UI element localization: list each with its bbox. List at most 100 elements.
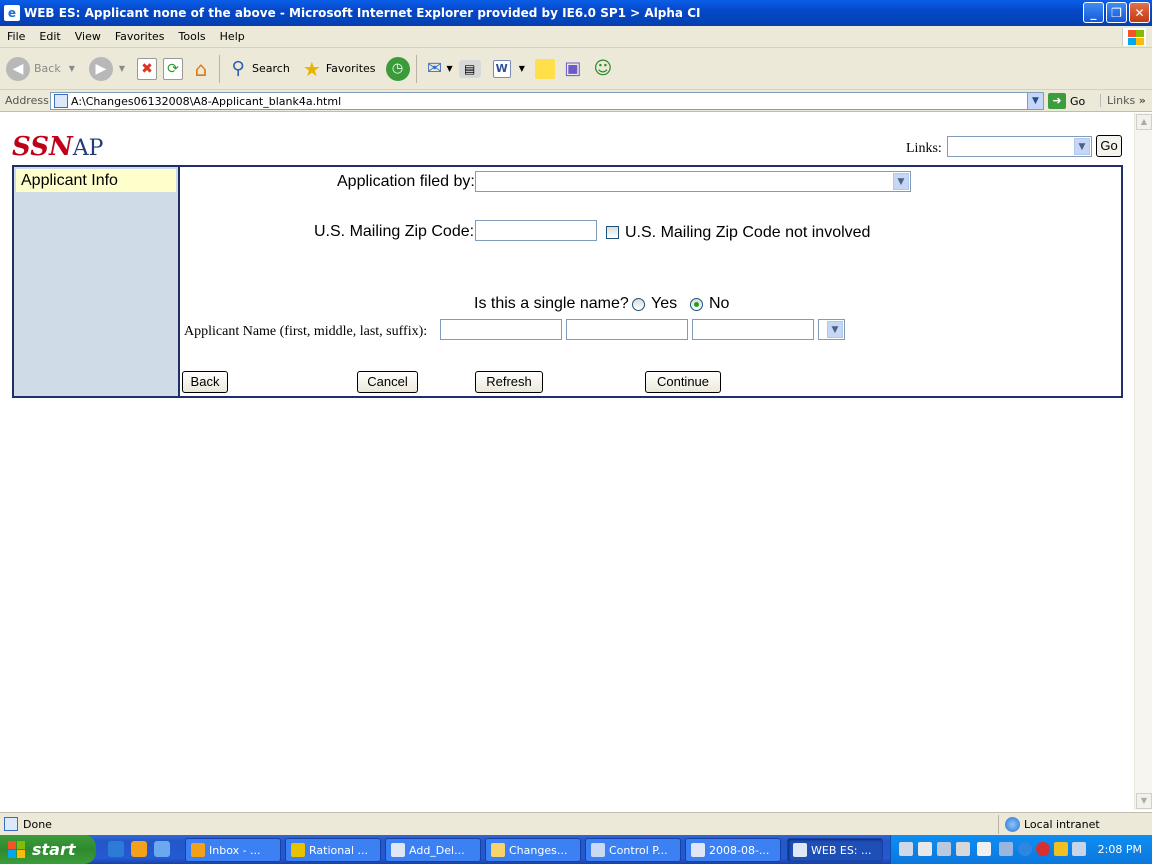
star-icon: ★ bbox=[302, 56, 321, 81]
sidebar: Applicant Info bbox=[14, 167, 180, 396]
single-name-no-label: No bbox=[709, 295, 730, 312]
menu-favorites[interactable]: Favorites bbox=[108, 30, 172, 43]
home-button[interactable]: ⌂ bbox=[189, 57, 213, 81]
back-label: Back bbox=[34, 62, 61, 75]
task-label: Add_Del... bbox=[409, 843, 465, 857]
single-name-yes-label: Yes bbox=[651, 295, 678, 312]
cancel-button[interactable]: Cancel bbox=[357, 371, 418, 393]
menu-help[interactable]: Help bbox=[213, 30, 252, 43]
links-label: Links bbox=[1107, 94, 1136, 107]
chevron-down-icon[interactable]: ▼ bbox=[1027, 93, 1043, 109]
forward-button[interactable]: ▶ ▼ bbox=[88, 56, 125, 81]
menu-bar: File Edit View Favorites Tools Help bbox=[0, 26, 1152, 48]
tray-arrow-icon[interactable] bbox=[1018, 842, 1032, 856]
continue-button[interactable]: Continue bbox=[645, 371, 721, 393]
task-2008-08[interactable]: 2008-08-... bbox=[685, 838, 781, 862]
home-icon: ⌂ bbox=[194, 56, 208, 81]
task-control-panel[interactable]: Control P... bbox=[585, 838, 681, 862]
page-viewport: SSNAP Links: ▼ Go Applicant Info Applica… bbox=[0, 113, 1134, 810]
tray-tool-icon[interactable] bbox=[937, 842, 951, 856]
menu-view[interactable]: View bbox=[68, 30, 108, 43]
task-rational[interactable]: Rational ... bbox=[285, 838, 381, 862]
history-button[interactable]: ◷ bbox=[385, 56, 410, 81]
research-button[interactable]: ▣ bbox=[561, 57, 585, 81]
menu-file[interactable]: File bbox=[0, 30, 32, 43]
zip-code-label: U.S. Mailing Zip Code: bbox=[314, 223, 475, 240]
start-label: start bbox=[32, 840, 76, 859]
zip-code-input[interactable] bbox=[475, 220, 597, 241]
links-toolbar[interactable]: Links » bbox=[1100, 94, 1152, 107]
links-go-button[interactable]: Go bbox=[1096, 135, 1122, 157]
ssnap-logo: SSNAP bbox=[12, 132, 103, 162]
middle-name-input[interactable] bbox=[566, 319, 688, 340]
sidebar-item-applicant-info[interactable]: Applicant Info bbox=[16, 169, 176, 192]
globe-icon bbox=[1005, 817, 1020, 832]
task-inbox[interactable]: Inbox - ... bbox=[185, 838, 281, 862]
toolbar-separator bbox=[415, 54, 417, 83]
search-icon: ⚲ bbox=[231, 58, 245, 79]
edit-button[interactable]: W ▼ bbox=[492, 59, 525, 78]
print-button[interactable]: ▤ bbox=[458, 59, 481, 78]
address-input[interactable]: A:\Changes06132008\A8-Applicant_blank4a.… bbox=[50, 92, 1044, 110]
windows-flag-icon bbox=[1122, 28, 1146, 46]
ie-quicklaunch-icon-2[interactable] bbox=[154, 841, 170, 857]
tray-display-icon[interactable] bbox=[1072, 842, 1086, 856]
chevron-down-icon: ▼ bbox=[446, 64, 453, 73]
search-label: Search bbox=[252, 62, 290, 75]
task-changes[interactable]: Changes... bbox=[485, 838, 581, 862]
close-button[interactable]: ✕ bbox=[1129, 2, 1150, 23]
word-icon bbox=[691, 843, 705, 857]
taskbar: start Inbox - ... Rational ... Add_Del..… bbox=[0, 835, 1152, 864]
chevron-down-icon[interactable]: ▼ bbox=[827, 321, 843, 338]
back-button[interactable]: Back bbox=[182, 371, 228, 393]
outlook-quicklaunch-icon[interactable] bbox=[131, 841, 147, 857]
address-label: Address bbox=[5, 94, 49, 107]
favorites-button[interactable]: ★ Favorites bbox=[300, 57, 376, 81]
mail-button[interactable]: ✉ ▼ bbox=[423, 57, 453, 81]
tray-pen-icon[interactable] bbox=[899, 842, 913, 856]
system-tray: 2:08 PM bbox=[890, 835, 1152, 864]
chevron-down-icon[interactable]: ▼ bbox=[893, 173, 909, 190]
security-zone: Local intranet bbox=[998, 815, 1100, 834]
tray-volume-icon[interactable] bbox=[999, 842, 1013, 856]
minimize-button[interactable]: _ bbox=[1083, 2, 1104, 23]
scroll-up-arrow-icon[interactable]: ▲ bbox=[1136, 114, 1152, 130]
tray-alert-icon[interactable] bbox=[1054, 842, 1068, 856]
links-select[interactable]: ▼ bbox=[947, 136, 1092, 157]
tray-check-icon[interactable] bbox=[956, 842, 970, 856]
single-name-yes-radio[interactable] bbox=[632, 298, 645, 311]
search-button[interactable]: ⚲ Search bbox=[226, 57, 290, 81]
restore-button[interactable]: ❐ bbox=[1106, 2, 1127, 23]
stop-button[interactable]: ✖ bbox=[137, 57, 158, 80]
logo-ssn: SSN bbox=[12, 132, 73, 162]
go-label: Go bbox=[1070, 94, 1086, 108]
last-name-input[interactable] bbox=[692, 319, 814, 340]
menu-tools[interactable]: Tools bbox=[172, 30, 213, 43]
zip-not-involved-checkbox[interactable] bbox=[606, 226, 619, 239]
task-label: 2008-08-... bbox=[709, 843, 770, 857]
back-button[interactable]: ◀ Back ▼ bbox=[6, 56, 75, 81]
refresh-button[interactable]: Refresh bbox=[475, 371, 543, 393]
discuss-button[interactable] bbox=[534, 58, 555, 79]
menu-edit[interactable]: Edit bbox=[32, 30, 67, 43]
note-icon bbox=[534, 58, 555, 79]
messenger-button[interactable]: ☺ bbox=[591, 57, 615, 81]
page-icon bbox=[54, 94, 68, 108]
first-name-input[interactable] bbox=[440, 319, 562, 340]
suffix-select[interactable]: ▼ bbox=[818, 319, 845, 340]
single-name-no-radio[interactable] bbox=[690, 298, 703, 311]
tray-network-icon[interactable] bbox=[918, 842, 932, 856]
tray-help-icon[interactable] bbox=[977, 842, 991, 856]
go-button[interactable]: ➜ Go bbox=[1048, 93, 1085, 109]
refresh-button[interactable]: ⟳ bbox=[163, 57, 184, 80]
scroll-down-arrow-icon[interactable]: ▼ bbox=[1136, 793, 1152, 809]
task-web-es[interactable]: WEB ES: ... bbox=[787, 838, 883, 862]
tray-antivirus-icon[interactable] bbox=[1036, 842, 1050, 856]
start-button[interactable]: start bbox=[0, 835, 96, 864]
task-add-del[interactable]: Add_Del... bbox=[385, 838, 481, 862]
title-bar: e WEB ES: Applicant none of the above - … bbox=[0, 0, 1152, 26]
ie-quicklaunch-icon[interactable] bbox=[108, 841, 124, 857]
chevron-down-icon[interactable]: ▼ bbox=[1074, 138, 1090, 155]
vertical-scrollbar[interactable]: ▲ ▼ bbox=[1134, 113, 1152, 810]
filed-by-select[interactable]: ▼ bbox=[475, 171, 911, 192]
